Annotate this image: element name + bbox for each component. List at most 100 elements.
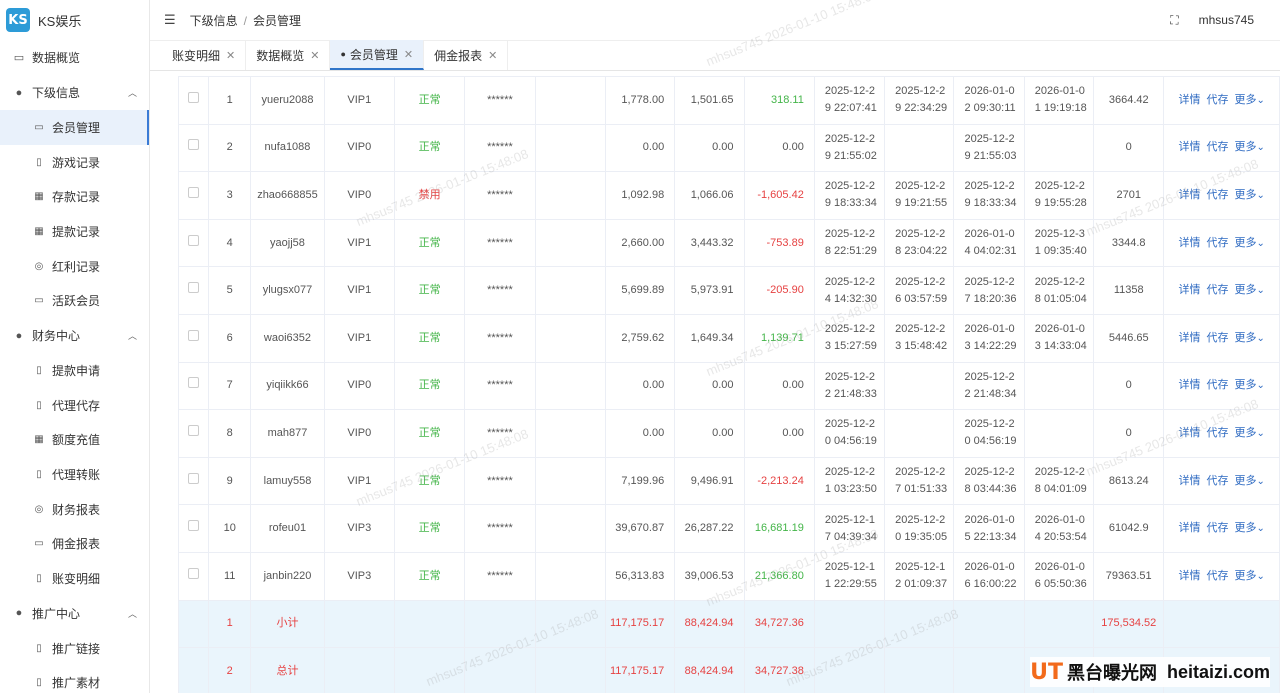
row-checkbox-cell (178, 123, 210, 173)
username: mah877 (250, 409, 325, 458)
deposit-link[interactable]: 代存 (1207, 570, 1229, 582)
row-checkbox[interactable] (188, 520, 200, 532)
sidebar-item[interactable]: ▯ 账变明细 (0, 561, 149, 596)
vip-level: VIP0 (323, 123, 395, 173)
deposit-link[interactable]: 代存 (1207, 522, 1229, 534)
deposit-link[interactable]: 代存 (1207, 427, 1229, 439)
profit: 0.00 (743, 361, 815, 411)
sidebar-item[interactable]: ▯ 提款申请 (0, 353, 149, 388)
row-checkbox[interactable] (188, 424, 200, 436)
detail-link[interactable]: 详情 (1179, 237, 1201, 249)
password-mask: ****** (464, 551, 536, 601)
sidebar-item[interactable]: ◎ 红利记录 (0, 249, 149, 284)
deposit-link[interactable]: 代存 (1207, 237, 1229, 249)
detail-link[interactable]: 详情 (1179, 570, 1201, 582)
tab[interactable]: 佣金报表 ✕ (424, 40, 509, 70)
detail-link[interactable]: 详情 (1179, 522, 1201, 534)
password-mask: ****** (464, 76, 536, 125)
more-link[interactable]: 更多⌄ (1235, 570, 1265, 582)
more-link[interactable]: 更多⌄ (1235, 237, 1265, 249)
detail-link[interactable]: 详情 (1179, 141, 1201, 153)
sidebar-item[interactable]: ▯ 推广链接 (0, 631, 149, 666)
deposit-link[interactable]: 代存 (1207, 379, 1229, 391)
date-4: 2026-01-06 05:50:36 (1023, 551, 1095, 601)
sidebar-item[interactable]: ▭ 活跃会员 (0, 283, 149, 318)
more-link[interactable]: 更多⌄ (1235, 284, 1265, 296)
deposit-link[interactable]: 代存 (1207, 332, 1229, 344)
tab[interactable]: 数据概览 ✕ (246, 40, 331, 70)
status: 正常 (393, 76, 466, 125)
deposit-link[interactable]: 代存 (1207, 475, 1229, 487)
fullscreen-icon[interactable]: ⛶ (1170, 13, 1178, 28)
status: 正常 (393, 551, 466, 601)
tab[interactable]: 账变明细 ✕ (162, 40, 247, 70)
sidebar-item[interactable]: ▯ 代理转账 (0, 457, 149, 492)
user-menu[interactable]: mhsus745 (1199, 13, 1254, 27)
app-logo[interactable]: KS KS娱乐 (0, 0, 149, 40)
detail-link[interactable]: 详情 (1179, 475, 1201, 487)
sidebar-item[interactable]: ▯ 推广素材 (0, 666, 149, 693)
chevron-down-circle-icon: ⌄ (1256, 380, 1265, 392)
row-checkbox[interactable] (188, 234, 200, 246)
sidebar-item[interactable]: ▯ 代理代存 (0, 388, 149, 423)
deposit-link[interactable]: 代存 (1207, 141, 1229, 153)
chevron-down-circle-icon: ⌄ (1256, 475, 1265, 487)
row-checkbox[interactable] (188, 91, 200, 103)
date-1: 2025-12-11 22:29:55 (813, 551, 886, 601)
more-link[interactable]: 更多⌄ (1235, 189, 1265, 201)
deposit-link[interactable]: 代存 (1207, 189, 1229, 201)
sidebar-group-1[interactable]: ● 财务中心 ︿ (0, 318, 149, 353)
close-icon[interactable]: ✕ (226, 49, 235, 62)
sidebar-item[interactable]: ▦ 额度充值 (0, 423, 149, 458)
row-checkbox[interactable] (188, 567, 200, 579)
row-checkbox[interactable] (188, 472, 200, 484)
detail-link[interactable]: 详情 (1179, 189, 1201, 201)
more-link[interactable]: 更多⌄ (1235, 332, 1265, 344)
menu-toggle-icon[interactable]: ☰ (164, 12, 176, 28)
sidebar-group-2[interactable]: ● 推广中心 ︿ (0, 596, 149, 631)
breadcrumb-parent[interactable]: 下级信息 (190, 14, 238, 28)
sidebar-item[interactable]: ▯ 游戏记录 (0, 145, 149, 180)
sidebar-group-0[interactable]: ● 下级信息 ︿ (0, 75, 149, 110)
detail-link[interactable]: 详情 (1179, 284, 1201, 296)
date-2: 2025-12-20 19:35:05 (884, 504, 955, 553)
detail-link[interactable]: 详情 (1179, 94, 1201, 106)
ut-logo-icon: UT (1030, 659, 1063, 685)
balance: 3344.8 (1093, 218, 1165, 268)
row-checkbox[interactable] (188, 377, 200, 389)
date-2: 2025-12-29 19:21:55 (884, 171, 955, 220)
sidebar-item[interactable]: ▦ 提款记录 (0, 214, 149, 249)
close-icon[interactable]: ✕ (404, 48, 413, 61)
tab[interactable]: ● 会员管理 ✕ (330, 40, 425, 70)
more-label: 更多 (1234, 188, 1257, 201)
row-checkbox[interactable] (188, 186, 200, 198)
detail-link[interactable]: 详情 (1179, 427, 1201, 439)
deposit-link[interactable]: 代存 (1207, 284, 1229, 296)
sidebar-item[interactable]: ▭ 会员管理 (0, 110, 149, 145)
sidebar-item-overview[interactable]: ▭ 数据概览 (0, 40, 149, 75)
date-2: 2025-12-27 01:51:33 (884, 456, 955, 506)
detail-link[interactable]: 详情 (1179, 379, 1201, 391)
deposit-link[interactable]: 代存 (1207, 94, 1229, 106)
balance: 3664.42 (1093, 76, 1165, 125)
more-link[interactable]: 更多⌄ (1235, 475, 1265, 487)
amount-a: 7,199.96 (604, 456, 676, 506)
row-checkbox[interactable] (188, 282, 200, 294)
amount-a: 0.00 (604, 409, 676, 458)
empty-cell (534, 123, 606, 173)
close-icon[interactable]: ✕ (310, 49, 319, 62)
more-link[interactable]: 更多⌄ (1235, 522, 1265, 534)
close-icon[interactable]: ✕ (488, 49, 497, 62)
row-checkbox[interactable] (188, 139, 200, 151)
sidebar-item[interactable]: ▭ 佣金报表 (0, 527, 149, 562)
more-link[interactable]: 更多⌄ (1235, 427, 1265, 439)
detail-link[interactable]: 详情 (1179, 332, 1201, 344)
row-checkbox[interactable] (188, 329, 200, 341)
more-link[interactable]: 更多⌄ (1235, 141, 1265, 153)
sidebar-item[interactable]: ◎ 财务报表 (0, 492, 149, 527)
person-icon: ● (15, 86, 23, 99)
more-link[interactable]: 更多⌄ (1235, 94, 1265, 106)
more-link[interactable]: 更多⌄ (1235, 379, 1265, 391)
sidebar-item[interactable]: ▦ 存款记录 (0, 179, 149, 214)
menu-item-icon: ◎ (34, 503, 44, 515)
